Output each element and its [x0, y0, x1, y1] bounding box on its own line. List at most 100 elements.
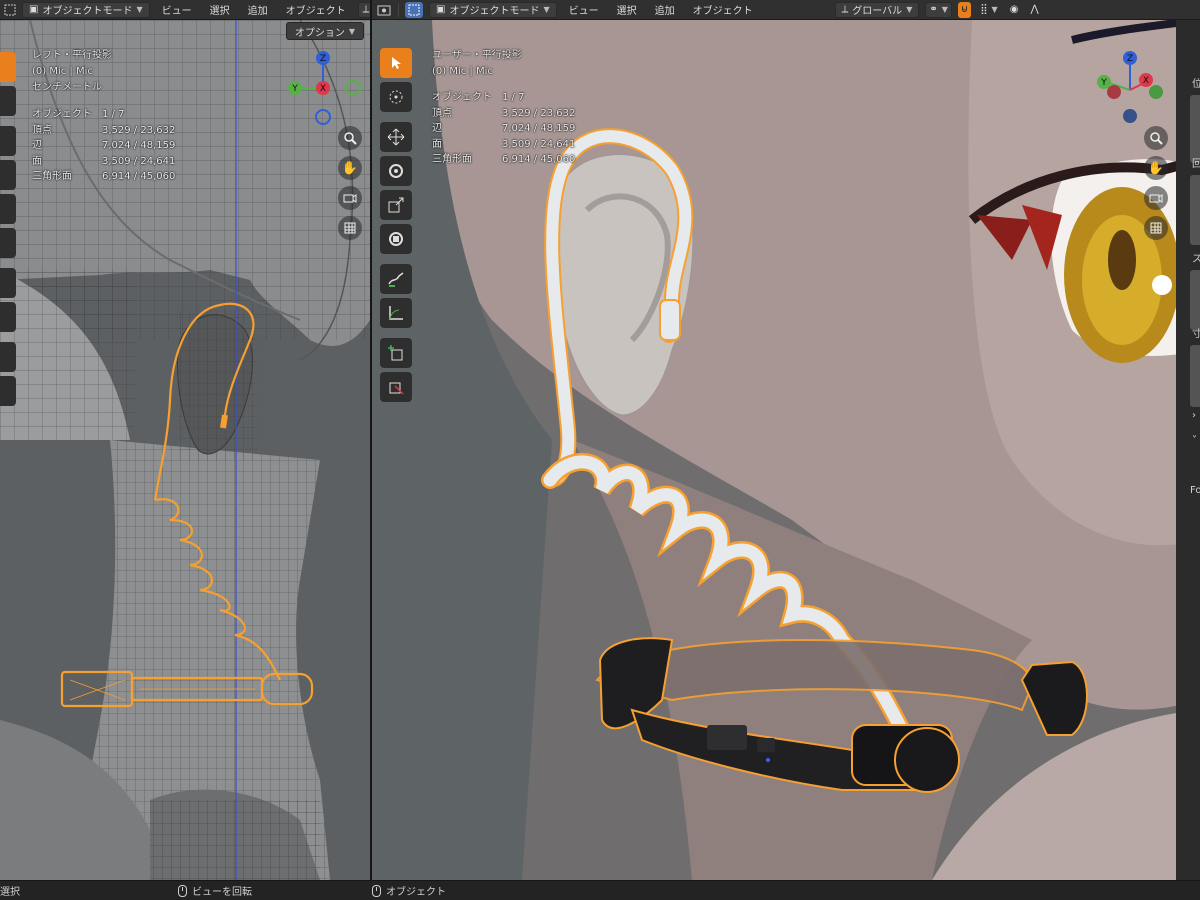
chevron-down-icon: ▼ [941, 5, 948, 14]
gizmo-x-label: X [1143, 76, 1149, 86]
rotation-field[interactable] [1190, 175, 1200, 245]
menu-select[interactable]: 選択 [611, 2, 643, 18]
tool-shelf [380, 48, 412, 402]
stat-label: オブジェクト [32, 109, 92, 120]
tool-add-object[interactable] [0, 376, 16, 406]
tool-annotate[interactable] [380, 264, 412, 294]
stat-label: 辺 [32, 140, 42, 151]
tool-select[interactable] [0, 52, 16, 82]
mode-label: オブジェクトモード [42, 6, 133, 17]
tool-measure[interactable] [0, 302, 16, 332]
camera-icon[interactable] [338, 186, 362, 210]
grid-icon[interactable] [1144, 216, 1168, 240]
stat-label: オブジェクト [432, 92, 492, 103]
tool-scale[interactable] [380, 190, 412, 220]
scale-icon [388, 197, 404, 213]
chevron-right-icon[interactable]: › [1192, 410, 1196, 421]
tool-transform[interactable] [0, 228, 16, 258]
hand-pan-icon[interactable]: ✋ [338, 156, 362, 180]
menu-select[interactable]: 選択 [204, 2, 236, 18]
navigation-gizmo[interactable]: Z Y X [1092, 50, 1172, 130]
tool-add-object[interactable] [380, 372, 412, 402]
select-box-tool[interactable] [405, 1, 423, 18]
units-label: センチメートル [32, 82, 102, 93]
chevron-down-icon: ▼ [906, 5, 913, 14]
move-arrows-icon [387, 128, 405, 146]
select-box-icon[interactable] [4, 2, 16, 18]
select-box-icon [408, 4, 420, 15]
stat-row: 頂点 3,529 / 23,632 [32, 123, 175, 139]
status-select-label: 選択 [0, 887, 20, 898]
tool-cursor[interactable] [380, 82, 412, 112]
transform-orientation-dropdown[interactable]: ⟂ グローバル ▼ [834, 1, 920, 18]
right-viewport-header: ▣ オブジェクトモード ▼ ビュー 選択 追加 オブジェクト ⟂ グローバル ▼… [372, 0, 1200, 20]
navigation-gizmo[interactable]: Z Y X [283, 50, 363, 130]
snap-toggle[interactable]: ⊌ [957, 1, 972, 18]
dimensions-field[interactable] [1190, 345, 1200, 407]
stat-row: オブジェクト 1 / 7 [32, 107, 175, 123]
proportional-edit-toggle[interactable]: ◉ [1007, 2, 1022, 18]
stat-row: 辺 7,024 / 48,159 [432, 121, 575, 137]
tool-rotate[interactable] [380, 156, 412, 186]
menu-view[interactable]: ビュー [563, 2, 605, 18]
editor-type-icon[interactable] [376, 2, 392, 18]
stat-value: 3,509 / 24,641 [102, 155, 176, 167]
pivot-point-dropdown[interactable]: ⚭ ▼ [925, 1, 952, 18]
options-dropdown[interactable]: オプション ▼ [285, 22, 364, 40]
falloff-dropdown[interactable]: ⋀ [1027, 2, 1041, 18]
gizmo-x-label: X [320, 84, 326, 94]
sidebar-n-panel[interactable]: 位 回 ス 寸 › ˅ Fo [1176, 20, 1200, 880]
annotate-pen-icon [388, 272, 404, 287]
stat-label: 頂点 [32, 124, 52, 136]
tool-add-cube[interactable] [0, 342, 16, 372]
status-object: オブジェクト [372, 883, 446, 898]
left-3d-viewport[interactable]: レフト・平行投影 (0) Mic | Mic センチメートル オブジェクト 1 /… [0, 20, 370, 880]
tool-scale[interactable] [0, 194, 16, 224]
gizmo-y-negative [345, 80, 361, 96]
menu-add[interactable]: 追加 [242, 2, 274, 18]
stat-value: 6,914 / 45,060 [102, 171, 176, 182]
mouse-middle-icon [178, 884, 187, 897]
stat-label: 三角形面 [432, 154, 472, 165]
chevron-down-icon[interactable]: ˅ [1192, 435, 1197, 446]
object-mode-icon: ▣ [436, 4, 446, 15]
grid-icon[interactable] [338, 216, 362, 240]
stat-value: 3,509 / 24,641 [502, 138, 576, 150]
right-3d-viewport[interactable]: ユーザー・平行投影 (0) Mic | Mic オブジェクト 1 / 7 頂点 3,… [372, 20, 1200, 880]
camera-icon[interactable] [1144, 186, 1168, 210]
tool-select[interactable] [380, 48, 412, 78]
menu-add[interactable]: 追加 [649, 2, 681, 18]
tool-annotate[interactable] [0, 268, 16, 298]
tool-add-cube[interactable] [380, 338, 412, 368]
menu-object[interactable]: オブジェクト [280, 2, 352, 18]
tool-transform[interactable] [380, 224, 412, 254]
options-label: オプション [294, 27, 345, 39]
location-field[interactable] [1190, 95, 1200, 163]
snap-target-dropdown[interactable]: ⣿ ▼ [977, 2, 1000, 18]
mode-dropdown[interactable]: ▣ オブジェクトモード ▼ [429, 1, 557, 18]
status-rotate-view: ビューを回転 [178, 883, 252, 898]
collection-label: (0) Mic | Mic [32, 66, 93, 77]
viewport-info: ユーザー・平行投影 (0) Mic | Mic [432, 48, 522, 80]
menu-view[interactable]: ビュー [156, 2, 198, 18]
scale-field[interactable] [1190, 270, 1200, 330]
tool-move[interactable] [0, 126, 16, 156]
tool-rotate[interactable] [0, 160, 16, 190]
status-bar: 選択 ビューを回転 オブジェクト [0, 880, 1200, 900]
chevron-down-icon: ▼ [543, 5, 550, 14]
mode-dropdown[interactable]: ▣ オブジェクトモード ▼ [22, 1, 150, 18]
hand-pan-icon[interactable]: ✋ [1144, 156, 1168, 180]
scene-statistics: オブジェクト 1 / 7 頂点 3,529 / 23,632 辺 7,024 / 48… [32, 107, 175, 185]
tool-measure[interactable] [380, 298, 412, 328]
proportional-edit-icon: ◉ [1009, 4, 1019, 15]
zoom-icon[interactable] [1144, 126, 1168, 150]
chevron-down-icon: ▼ [348, 26, 355, 36]
stat-value: 6,914 / 45,060 [502, 154, 576, 165]
zoom-icon[interactable] [338, 126, 362, 150]
menu-object[interactable]: オブジェクト [687, 2, 759, 18]
stat-row: 面 3,509 / 24,641 [32, 154, 175, 170]
stat-row: 辺 7,024 / 48,159 [32, 138, 175, 154]
tool-cursor[interactable] [0, 86, 16, 116]
tool-move[interactable] [380, 122, 412, 152]
gizmo-y-label: Y [1100, 78, 1107, 88]
